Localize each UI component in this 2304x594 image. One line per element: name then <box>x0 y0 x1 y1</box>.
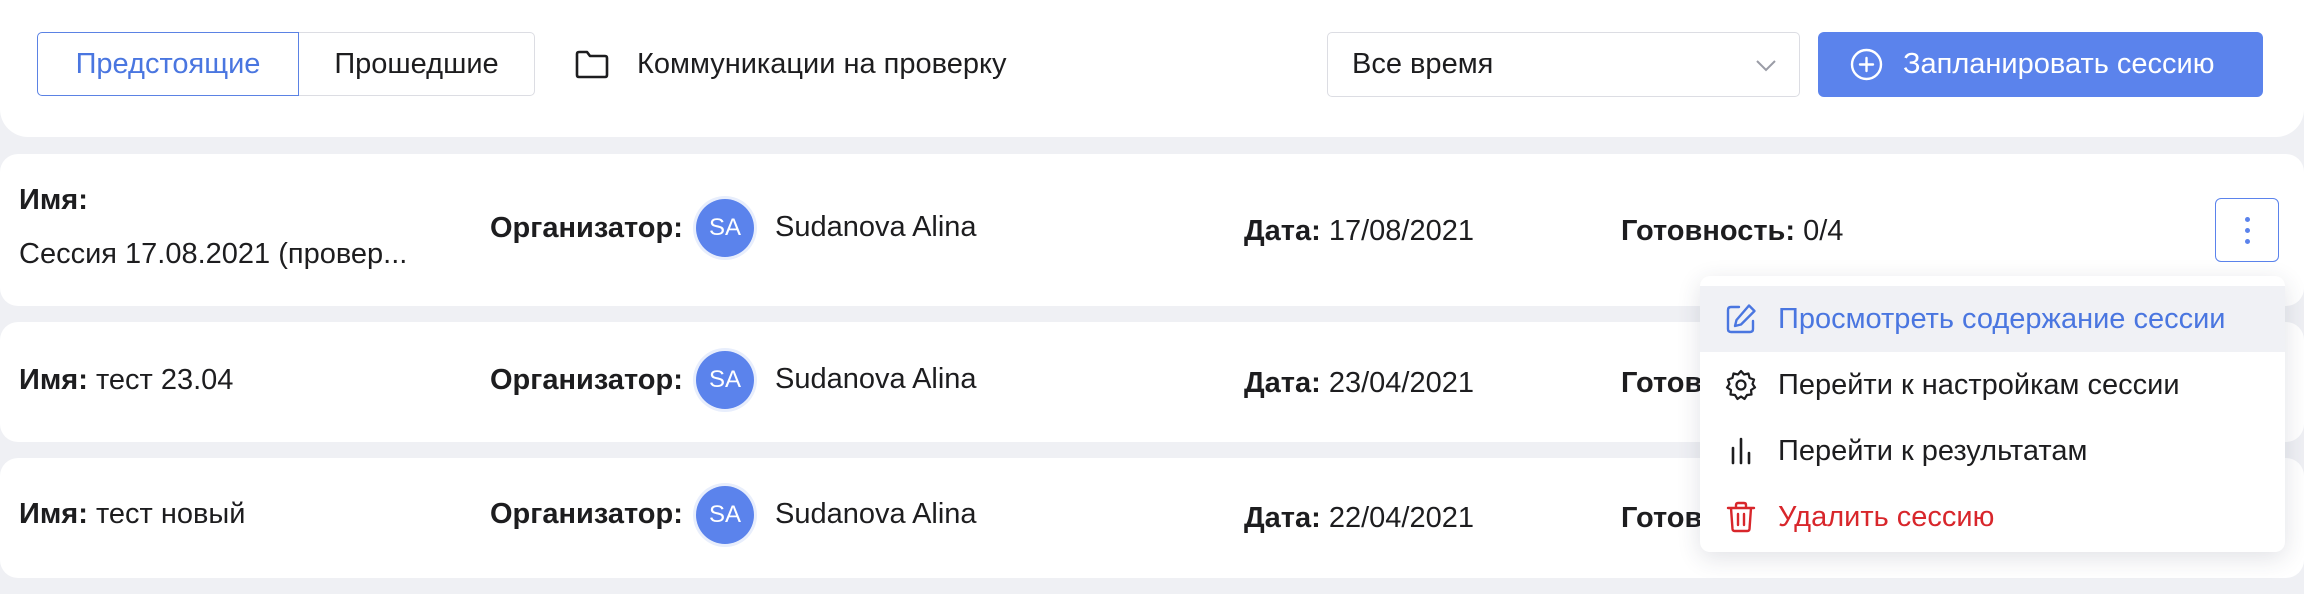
session-date: Дата: 23/04/2021 <box>1244 367 1474 400</box>
name-label: Имя: <box>19 184 88 216</box>
more-options-button[interactable] <box>2215 198 2279 262</box>
readiness-label: Готов <box>1621 502 1703 534</box>
avatar: SA <box>696 486 754 544</box>
organizer-name: Sudanova Alina <box>775 211 977 243</box>
kebab-dot <box>2245 239 2250 244</box>
menu-item-view-content[interactable]: Просмотреть содержание сессии <box>1700 286 2285 352</box>
toolbar: Предстоящие Прошедшие Коммуникации на пр… <box>0 0 2304 137</box>
name-label: Имя: <box>19 498 88 530</box>
review-link-label: Коммуникации на проверку <box>637 47 1007 80</box>
review-communications-link[interactable]: Коммуникации на проверку <box>575 32 1006 96</box>
session-tabs: Предстоящие Прошедшие <box>37 32 535 96</box>
bar-chart-icon <box>1731 437 1751 465</box>
menu-item-label: Перейти к настройкам сессии <box>1778 368 2180 401</box>
plus-circle-icon <box>1850 48 1883 81</box>
session-date: Дата: 17/08/2021 <box>1244 215 1474 248</box>
organizer-label: Организатор: <box>490 498 683 530</box>
menu-item-session-settings[interactable]: Перейти к настройкам сессии <box>1700 352 2285 418</box>
readiness-value: 0/4 <box>1803 215 1844 247</box>
session-name: Имя: тест 23.04 <box>19 364 233 397</box>
menu-item-label: Просмотреть содержание сессии <box>1778 302 2226 335</box>
chevron-down-icon <box>1756 60 1776 72</box>
menu-item-delete[interactable]: Удалить сессию <box>1700 484 2285 550</box>
organizer-label: Организатор: <box>490 212 683 244</box>
edit-icon <box>1726 304 1756 334</box>
folder-icon <box>575 50 609 79</box>
session-date: Дата: 22/04/2021 <box>1244 502 1474 535</box>
name-value: тест новый <box>95 498 246 530</box>
date-value: 17/08/2021 <box>1328 215 1474 247</box>
date-label: Дата: <box>1244 502 1321 534</box>
avatar: SA <box>696 351 754 409</box>
plan-session-button[interactable]: Запланировать сессию <box>1818 32 2263 97</box>
menu-item-label: Удалить сессию <box>1778 500 1995 533</box>
readiness-label: Готовность: <box>1621 215 1796 247</box>
session-name: Имя: тест новый <box>19 498 245 531</box>
tab-past[interactable]: Прошедшие <box>299 32 535 96</box>
menu-item-results[interactable]: Перейти к результатам <box>1700 418 2285 484</box>
organizer-name: Sudanova Alina <box>775 498 977 530</box>
avatar: SA <box>696 199 754 257</box>
readiness-label: Готов <box>1621 367 1703 399</box>
menu-item-label: Перейти к результатам <box>1778 434 2088 467</box>
organizer-label: Организатор: <box>490 364 683 396</box>
gear-icon <box>1725 369 1757 401</box>
session-context-menu: Просмотреть содержание сессии Перейти к … <box>1700 276 2285 552</box>
session-readiness: Готовность: 0/4 <box>1621 215 1843 248</box>
date-label: Дата: <box>1244 367 1321 399</box>
date-value: 23/04/2021 <box>1328 367 1474 399</box>
name-label: Имя: <box>19 364 88 396</box>
plan-session-label: Запланировать сессию <box>1903 48 2215 80</box>
name-value: тест 23.04 <box>95 364 234 396</box>
date-value: 22/04/2021 <box>1328 502 1474 534</box>
tab-upcoming[interactable]: Предстоящие <box>37 32 299 96</box>
period-select-value: Все время <box>1352 48 1494 80</box>
session-name: Сессия 17.08.2021 (провер... <box>19 238 408 270</box>
trash-icon <box>1726 501 1756 533</box>
kebab-dot <box>2245 217 2250 222</box>
date-label: Дата: <box>1244 215 1321 247</box>
organizer-name: Sudanova Alina <box>775 363 977 395</box>
kebab-dot <box>2245 228 2250 233</box>
period-select[interactable]: Все время <box>1327 32 1800 97</box>
